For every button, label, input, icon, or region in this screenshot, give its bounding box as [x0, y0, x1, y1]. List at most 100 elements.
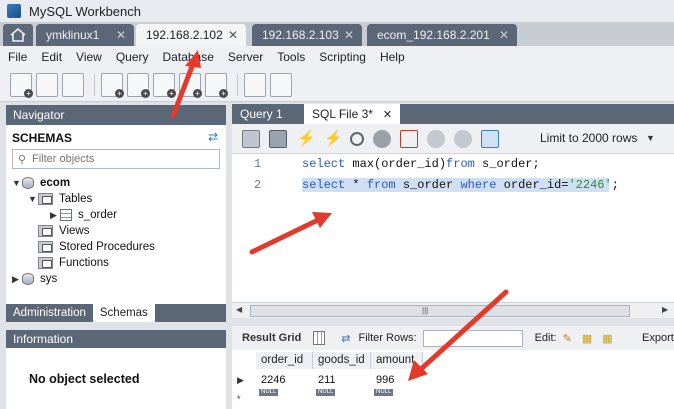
null-badge[interactable]: NULL [316, 389, 336, 396]
explain-icon[interactable] [350, 131, 364, 146]
open-file-icon[interactable] [242, 129, 260, 148]
code-text: ; [611, 178, 619, 192]
edit-row-icon[interactable]: ✎ [563, 332, 572, 345]
chevron-down-icon[interactable]: ▼ [646, 133, 655, 143]
tree-item-sys[interactable]: ▶ sys [12, 271, 57, 287]
tree-item-ecom[interactable]: ▼ ecom [12, 175, 70, 191]
export-label[interactable]: Export/ [642, 332, 674, 344]
current-row-icon: ▶ [237, 375, 244, 385]
scrollbar-thumb[interactable] [250, 305, 630, 317]
limit-rows-select[interactable]: Limit to 2000 rows [540, 131, 637, 145]
filter-objects-input[interactable] [32, 153, 212, 165]
menu-tools[interactable]: Tools [277, 50, 305, 64]
collapse-icon[interactable]: ▶ [12, 274, 22, 285]
menu-database[interactable]: Database [163, 50, 214, 64]
close-icon[interactable]: ✕ [499, 28, 509, 42]
line-number: 1 [254, 157, 262, 171]
menu-file[interactable]: File [8, 50, 27, 64]
tab-administration[interactable]: Administration [6, 304, 93, 322]
menu-edit[interactable]: Edit [41, 50, 62, 64]
null-badge[interactable]: NULL [374, 389, 394, 396]
table-cell[interactable]: 996 [371, 374, 394, 386]
add-row-icon[interactable]: ▦ [582, 332, 592, 345]
open-sql-script-icon[interactable] [36, 72, 58, 97]
execute-icon[interactable] [296, 129, 316, 148]
close-icon[interactable]: ✕ [116, 28, 126, 42]
table-cell[interactable]: 2246 [256, 374, 285, 386]
create-procedure-icon[interactable]: + [179, 72, 202, 98]
commit-icon[interactable] [427, 129, 445, 148]
code-line-2[interactable]: select * from s_order where order_id='22… [302, 178, 619, 192]
menu-server[interactable]: Server [228, 50, 263, 64]
inspector-icon[interactable] [62, 72, 84, 97]
string-literal: '2246' [568, 178, 612, 192]
column-header-amount[interactable]: amount [371, 352, 423, 369]
tree-item-functions[interactable]: Functions [38, 255, 109, 271]
table-cell[interactable]: 211 [313, 374, 336, 386]
create-schema-icon[interactable]: + [101, 72, 124, 98]
tab-schemas[interactable]: Schemas [92, 304, 155, 322]
toggle-error-icon[interactable] [400, 129, 418, 148]
scroll-left-icon[interactable]: ◀ [236, 305, 242, 314]
delete-row-icon[interactable]: ▦ [602, 332, 612, 345]
keyword: select [302, 157, 346, 171]
tree-item-tables[interactable]: ▼ Tables [28, 191, 92, 207]
horizontal-scrollbar[interactable]: ◀ ||| ▶ [232, 302, 674, 318]
execute-current-icon[interactable] [323, 129, 343, 148]
edit-label: Edit: [534, 332, 557, 344]
autocommit-icon[interactable] [481, 129, 499, 148]
home-tab[interactable] [3, 24, 33, 46]
tree-item-views[interactable]: Views [38, 223, 89, 239]
schema-label: ecom [40, 177, 71, 189]
result-grid-label[interactable]: Result Grid [242, 332, 301, 344]
create-function-icon[interactable]: + [205, 72, 228, 98]
null-badge[interactable]: NULL [259, 389, 279, 396]
tab-192-168-2-103[interactable]: 192.168.2.103 ✕ [252, 24, 362, 46]
stop-icon[interactable] [373, 129, 391, 148]
main-toolbar: + + + + + + [0, 68, 674, 102]
menu-scripting[interactable]: Scripting [319, 50, 366, 64]
menu-bar: File Edit View Query Database Server Too… [0, 46, 674, 68]
filter-objects-field[interactable]: ⚲ [12, 149, 220, 169]
column-header-order-id[interactable]: order_id [256, 352, 313, 369]
filter-rows-input[interactable] [422, 329, 523, 347]
tree-label: Stored Procedures [59, 241, 155, 253]
tree-item-s-order[interactable]: ▶ s_order [50, 207, 117, 223]
close-icon[interactable]: ✕ [228, 28, 238, 42]
refresh-icon[interactable]: ⇄ [208, 130, 218, 144]
menu-view[interactable]: View [76, 50, 102, 64]
grid-icon[interactable] [313, 331, 326, 345]
expand-icon[interactable]: ▼ [12, 178, 22, 188]
new-row-marker: * [237, 394, 241, 404]
code-line-1[interactable]: select max(order_id)from s_order; [302, 157, 540, 171]
expand-icon[interactable]: ▼ [28, 194, 38, 204]
close-icon[interactable]: ✕ [383, 109, 392, 121]
tab-query-1[interactable]: Query 1 [232, 104, 291, 124]
refresh-icon[interactable]: ⇄ [341, 332, 350, 345]
home-icon [10, 28, 26, 42]
menu-query[interactable]: Query [116, 50, 149, 64]
tab-ecom-192-168-2-201[interactable]: ecom_192.168.2.201 ✕ [367, 24, 517, 46]
create-view-icon[interactable]: + [153, 72, 176, 98]
tree-label: s_order [78, 209, 117, 221]
reconnect-icon[interactable] [270, 72, 292, 97]
search-table-data-icon[interactable] [244, 72, 266, 97]
collapse-icon[interactable]: ▶ [50, 210, 60, 221]
menu-help[interactable]: Help [380, 50, 405, 64]
tab-192-168-2-102[interactable]: 192.168.2.102 ✕ [136, 24, 246, 46]
toolbar-separator [237, 73, 238, 96]
tree-item-stored-procedures[interactable]: Stored Procedures [38, 239, 155, 255]
views-folder-icon [38, 225, 53, 237]
tab-ymklinux1[interactable]: ymklinux1 ✕ [36, 24, 134, 46]
scroll-right-icon[interactable]: ▶ [662, 305, 668, 314]
rollback-icon[interactable] [454, 129, 472, 148]
close-icon[interactable]: ✕ [344, 28, 354, 42]
create-table-icon[interactable]: + [127, 72, 150, 98]
search-icon: ⚲ [18, 153, 27, 166]
save-icon[interactable] [269, 129, 287, 148]
sql-editor[interactable]: 1 select max(order_id)from s_order; 2 se… [232, 154, 674, 302]
tab-sql-file-3[interactable]: SQL File 3* ✕ [304, 104, 401, 124]
result-grid[interactable]: order_id goods_id amount ▶ 2246 211 996 … [232, 350, 674, 409]
new-sql-tab-icon[interactable]: + [10, 72, 33, 98]
column-header-goods-id[interactable]: goods_id [313, 352, 371, 369]
